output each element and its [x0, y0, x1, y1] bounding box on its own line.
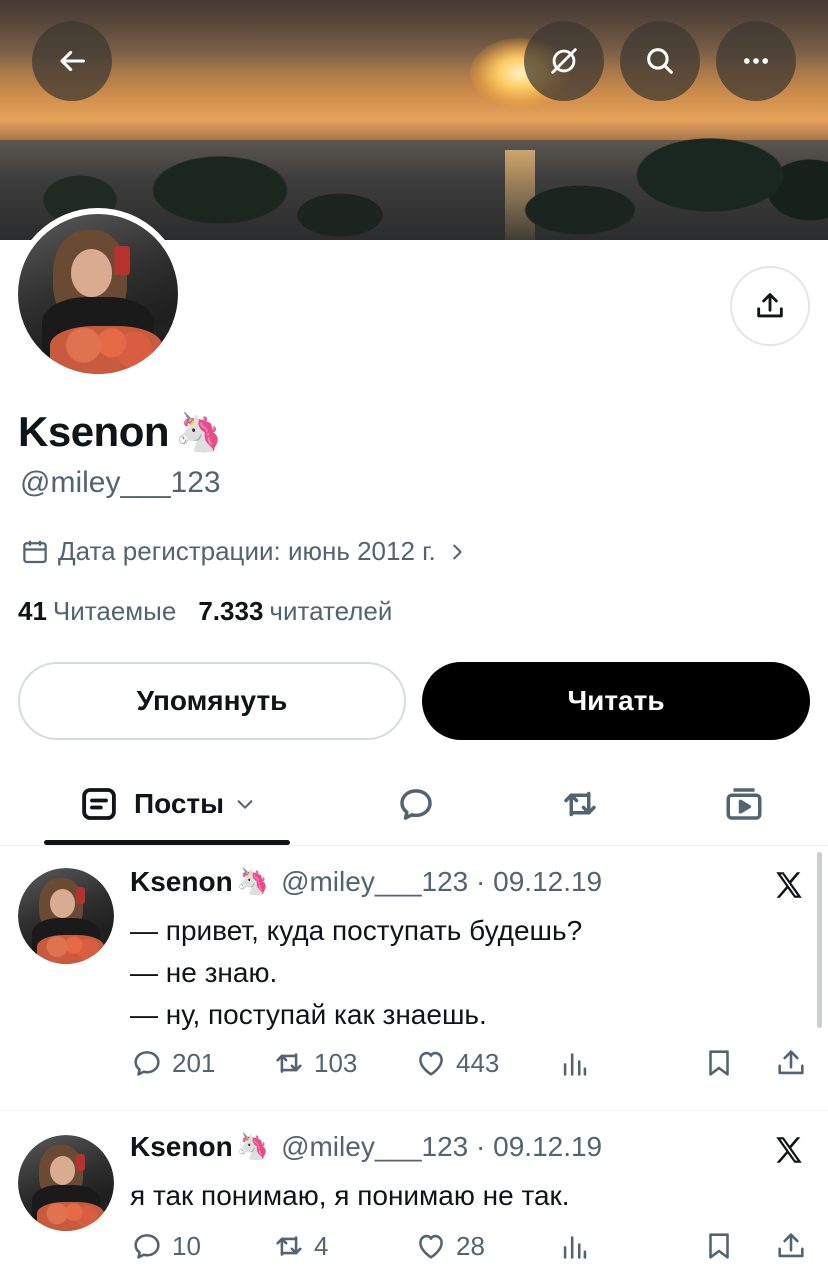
repost-icon — [276, 1053, 302, 1073]
grok-icon — [551, 48, 577, 74]
heart-icon — [419, 1234, 443, 1259]
profile-banner[interactable] — [0, 0, 828, 240]
bookmark-button[interactable] — [702, 1046, 744, 1080]
reply-count: 10 — [172, 1230, 201, 1261]
profile-handle: @miley___123 — [20, 466, 221, 499]
post-author-name[interactable]: Ksenon — [130, 1131, 233, 1163]
unicorn-emoji: 🦄 — [236, 867, 270, 897]
post-text: — привет, куда поступать будешь? — не зн… — [130, 915, 583, 1030]
chevron-right-icon — [452, 544, 462, 559]
tab-active-indicator — [44, 840, 290, 845]
x-logo-icon — [776, 872, 802, 898]
tab-reposts[interactable] — [538, 762, 622, 846]
bookmark-icon — [709, 1233, 729, 1259]
back-button[interactable] — [32, 21, 112, 101]
follow-button[interactable]: Читать — [422, 662, 810, 740]
post-avatar[interactable] — [18, 868, 114, 964]
tab-replies[interactable] — [374, 762, 458, 846]
profile-name-row: Ksenon 🦄 — [18, 408, 222, 456]
join-date-text: Дата регистрации: июнь 2012 г. — [58, 536, 436, 566]
heart-icon — [419, 1051, 443, 1076]
search-icon — [647, 48, 673, 74]
x-logo-icon — [776, 1137, 802, 1163]
share-icon — [778, 1050, 804, 1075]
post-text: я так понимаю, я понимаю не так. — [130, 1180, 570, 1211]
display-name: Ksenon — [18, 408, 170, 455]
join-date-row[interactable]: Дата регистрации: июнь 2012 г. — [20, 536, 476, 567]
post-actions: 201 103 443 — [130, 1046, 810, 1086]
share-icon — [757, 293, 783, 318]
share-button[interactable] — [774, 1046, 816, 1080]
post-item[interactable]: Ksenon 🦄 @miley___123 · 09.12.19 я так п… — [0, 1111, 828, 1284]
profile-tabs: Посты — [0, 762, 828, 846]
repost-count: 103 — [314, 1047, 358, 1078]
unicorn-emoji: 🦄 — [236, 1132, 270, 1162]
post-header: Ksenon 🦄 @miley___123 · 09.12.19 — [130, 866, 602, 898]
calendar-icon — [23, 540, 47, 563]
like-button[interactable]: 28 — [414, 1229, 485, 1263]
following-link[interactable]: 41 Читаемые — [18, 596, 176, 627]
banner-palms-right — [520, 100, 828, 240]
repost-button[interactable]: 4 — [272, 1229, 328, 1263]
followers-link[interactable]: 7.333 читателей — [198, 596, 392, 627]
share-profile-button[interactable] — [730, 266, 810, 346]
tab-posts[interactable]: Посты — [44, 762, 290, 846]
posts-icon — [82, 788, 116, 820]
like-button[interactable]: 443 — [414, 1046, 499, 1080]
share-button[interactable] — [774, 1229, 816, 1263]
following-label: Читаемые — [52, 596, 177, 626]
views-chart-icon — [563, 1053, 587, 1076]
followers-label: читателей — [269, 596, 393, 626]
like-count: 443 — [456, 1047, 500, 1078]
reply-icon — [134, 1051, 160, 1076]
bookmark-icon — [709, 1050, 729, 1076]
unicorn-emoji: 🦄 — [175, 409, 223, 454]
followers-count: 7.333 — [198, 596, 264, 626]
post-item[interactable]: Ksenon 🦄 @miley___123 · 09.12.19 — приве… — [0, 846, 828, 1110]
avatar-image — [18, 214, 178, 374]
reply-bubble-icon — [400, 789, 432, 820]
repost-count: 4 — [314, 1230, 329, 1261]
post-actions: 10 4 28 — [130, 1229, 810, 1269]
arrow-left-icon — [60, 50, 85, 72]
chevron-down-icon — [237, 800, 253, 809]
repost-icon — [564, 791, 596, 817]
banner-sky — [0, 0, 828, 70]
reply-count: 201 — [172, 1047, 216, 1078]
share-icon — [778, 1233, 804, 1258]
reply-button[interactable]: 201 — [130, 1046, 215, 1080]
repost-icon — [276, 1236, 302, 1256]
more-dots-icon — [743, 58, 769, 64]
media-icon — [726, 788, 762, 820]
follow-stats: 41 Читаемые 7.333 читателей — [18, 596, 414, 627]
post-header: Ksenon 🦄 @miley___123 · 09.12.19 — [130, 1131, 602, 1163]
like-count: 28 — [456, 1230, 485, 1261]
mention-button[interactable]: Упомянуть — [18, 662, 406, 740]
grok-button[interactable] — [524, 21, 604, 101]
post-author-name[interactable]: Ksenon — [130, 866, 233, 898]
profile-avatar[interactable] — [12, 208, 184, 380]
bookmark-button[interactable] — [702, 1229, 744, 1263]
views-button[interactable] — [558, 1229, 600, 1263]
post-meta: @miley___123 · 09.12.19 — [281, 1131, 603, 1162]
tab-media[interactable] — [702, 762, 786, 846]
search-button[interactable] — [620, 21, 700, 101]
repost-button[interactable]: 103 — [272, 1046, 357, 1080]
tab-posts-label: Посты — [133, 788, 225, 819]
more-button[interactable] — [716, 21, 796, 101]
scrollbar[interactable] — [817, 852, 822, 1028]
reply-button[interactable]: 10 — [130, 1229, 201, 1263]
following-count: 41 — [18, 596, 47, 626]
post-avatar[interactable] — [18, 1135, 114, 1231]
reply-icon — [134, 1234, 160, 1259]
post-meta: @miley___123 · 09.12.19 — [281, 866, 603, 897]
views-chart-icon — [563, 1236, 587, 1259]
views-button[interactable] — [558, 1046, 600, 1080]
